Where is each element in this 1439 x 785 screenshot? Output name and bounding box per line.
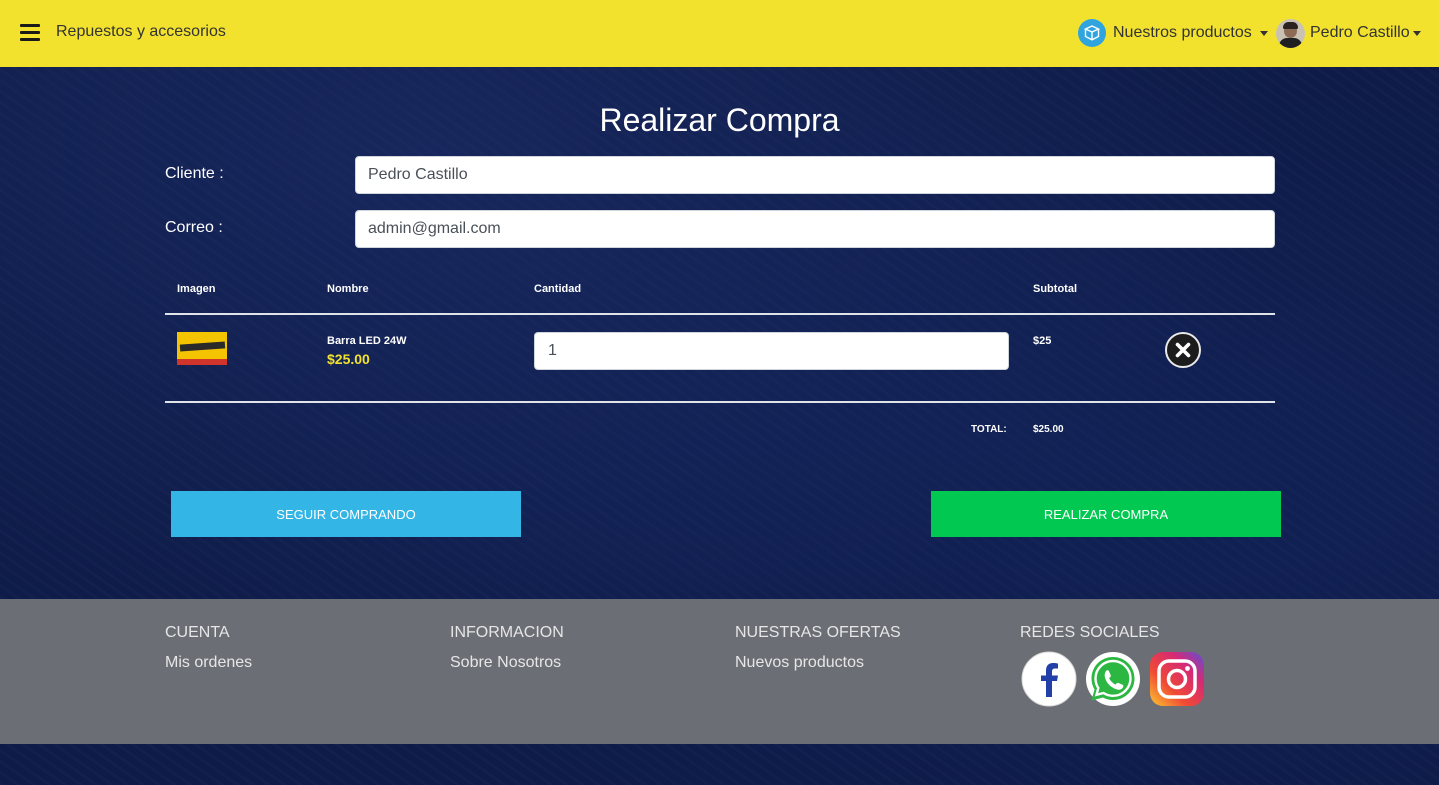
- footer-column-account: CUENTA Mis ordenes: [165, 624, 252, 672]
- place-order-button[interactable]: REALIZAR COMPRA: [931, 491, 1281, 537]
- footer-title: REDES SOCIALES: [1020, 624, 1160, 641]
- brand-title[interactable]: Repuestos y accesorios: [56, 23, 226, 41]
- facebook-icon[interactable]: [1021, 651, 1077, 707]
- column-header-image: Imagen: [177, 283, 216, 295]
- instagram-icon[interactable]: [1149, 651, 1205, 707]
- total-value: $25.00: [1033, 424, 1064, 435]
- remove-item-button[interactable]: [1165, 332, 1201, 368]
- product-name: Barra LED 24W: [327, 335, 407, 347]
- footer-link-my-orders[interactable]: Mis ordenes: [165, 654, 252, 672]
- product-image: [177, 332, 227, 365]
- footer-link-new-products[interactable]: Nuevos productos: [735, 654, 901, 672]
- column-header-name: Nombre: [327, 283, 369, 295]
- page-title: Realizar Compra: [599, 102, 840, 138]
- avatar: [1276, 18, 1305, 48]
- products-dropdown[interactable]: Nuestros productos: [1078, 18, 1268, 48]
- client-field[interactable]: [355, 156, 1275, 194]
- footer-title: CUENTA: [165, 624, 230, 641]
- column-header-subtotal: Subtotal: [1033, 283, 1077, 295]
- products-dropdown-label: Nuestros productos: [1113, 24, 1252, 41]
- product-subtotal: $25: [1033, 335, 1052, 347]
- top-navbar: Repuestos y accesorios Nuestros producto…: [0, 0, 1439, 67]
- box-icon: [1078, 19, 1106, 47]
- column-header-quantity: Cantidad: [534, 283, 582, 295]
- footer-column-social: REDES SOCIALES: [1020, 624, 1160, 654]
- chevron-down-icon: [1412, 30, 1421, 36]
- footer-link-about-us[interactable]: Sobre Nosotros: [450, 654, 564, 672]
- whatsapp-icon[interactable]: [1085, 651, 1141, 707]
- checkout-section: Realizar Compra Cliente : Correo : Image…: [0, 67, 1439, 599]
- social-links: [1021, 651, 1213, 707]
- quantity-input[interactable]: [534, 332, 1009, 370]
- hamburger-menu-icon[interactable]: [20, 24, 40, 42]
- user-dropdown[interactable]: Pedro Castillo: [1276, 18, 1421, 48]
- user-name: Pedro Castillo: [1310, 24, 1410, 41]
- client-label: Cliente :: [165, 165, 224, 182]
- chevron-down-icon: [1259, 30, 1268, 36]
- footer-column-info: INFORMACION Sobre Nosotros: [450, 624, 564, 672]
- email-label: Correo :: [165, 219, 223, 236]
- footer-column-offers: NUESTRAS OFERTAS Nuevos productos: [735, 624, 901, 672]
- table-header-divider: [165, 313, 1275, 315]
- continue-shopping-button[interactable]: SEGUIR COMPRANDO: [171, 491, 521, 537]
- footer: CUENTA Mis ordenes INFORMACION Sobre Nos…: [0, 599, 1439, 744]
- email-field[interactable]: [355, 210, 1275, 248]
- product-price: $25.00: [327, 351, 370, 367]
- footer-title: NUESTRAS OFERTAS: [735, 624, 901, 641]
- footer-title: INFORMACION: [450, 624, 564, 641]
- table-footer-divider: [165, 401, 1275, 403]
- close-icon: [1175, 342, 1191, 358]
- total-label: TOTAL:: [971, 424, 1007, 435]
